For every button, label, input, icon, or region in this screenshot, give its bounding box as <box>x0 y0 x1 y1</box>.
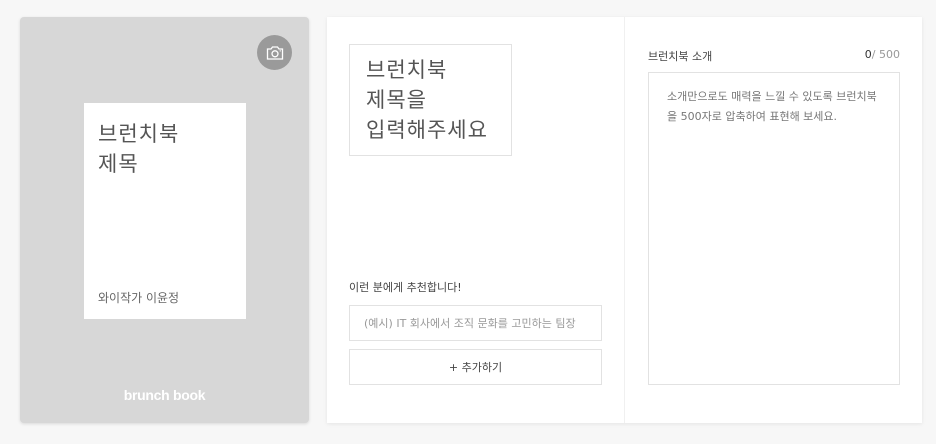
title-placeholder-line: 브런치북 <box>366 58 448 82</box>
cover-title-line: 제목 <box>98 152 139 176</box>
char-count-max: / 500 <box>871 48 900 61</box>
brunch-book-logo: brunch book <box>123 387 206 403</box>
cover-author: 와이작가 이윤정 <box>98 291 180 305</box>
recommend-placeholder: (예시) IT 회사에서 조직 문화를 고민하는 팀장 <box>364 317 576 330</box>
intro-label: 브런치북 소개 <box>648 50 713 63</box>
intro-placeholder: 소개만으로도 매력을 느낄 수 있도록 브런치북을 500자로 압축하여 표현해… <box>667 90 877 123</box>
title-placeholder-line: 입력해주세요 <box>366 118 488 142</box>
panel-divider <box>624 17 625 423</box>
char-count-current: 0 <box>864 48 872 61</box>
book-cover-preview: 브런치북 제목 와이작가 이윤정 brunch book <box>20 17 309 423</box>
add-recommend-button[interactable]: + 추가하기 <box>349 349 602 385</box>
char-counter: 0/ 500 <box>865 48 900 61</box>
cover-image-upload-button[interactable] <box>257 35 292 70</box>
recommend-target-input[interactable]: (예시) IT 회사에서 조직 문화를 고민하는 팀장 <box>349 305 602 341</box>
intro-textarea[interactable]: 소개만으로도 매력을 느낄 수 있도록 브런치북을 500자로 압축하여 표현해… <box>648 72 900 385</box>
camera-icon <box>266 45 283 60</box>
cover-title-card: 브런치북 제목 와이작가 이윤정 <box>84 103 246 319</box>
cover-title-line: 브런치북 <box>98 122 180 146</box>
cover-title: 브런치북 제목 <box>98 119 238 179</box>
book-title-input[interactable]: 브런치북 제목을 입력해주세요 <box>349 44 512 156</box>
recommend-label: 이런 분에게 추천합니다! <box>349 281 462 294</box>
brunchbook-editor-panel: 브런치북 제목을 입력해주세요 이런 분에게 추천합니다! (예시) IT 회사… <box>327 17 922 423</box>
title-placeholder-line: 제목을 <box>366 88 427 112</box>
